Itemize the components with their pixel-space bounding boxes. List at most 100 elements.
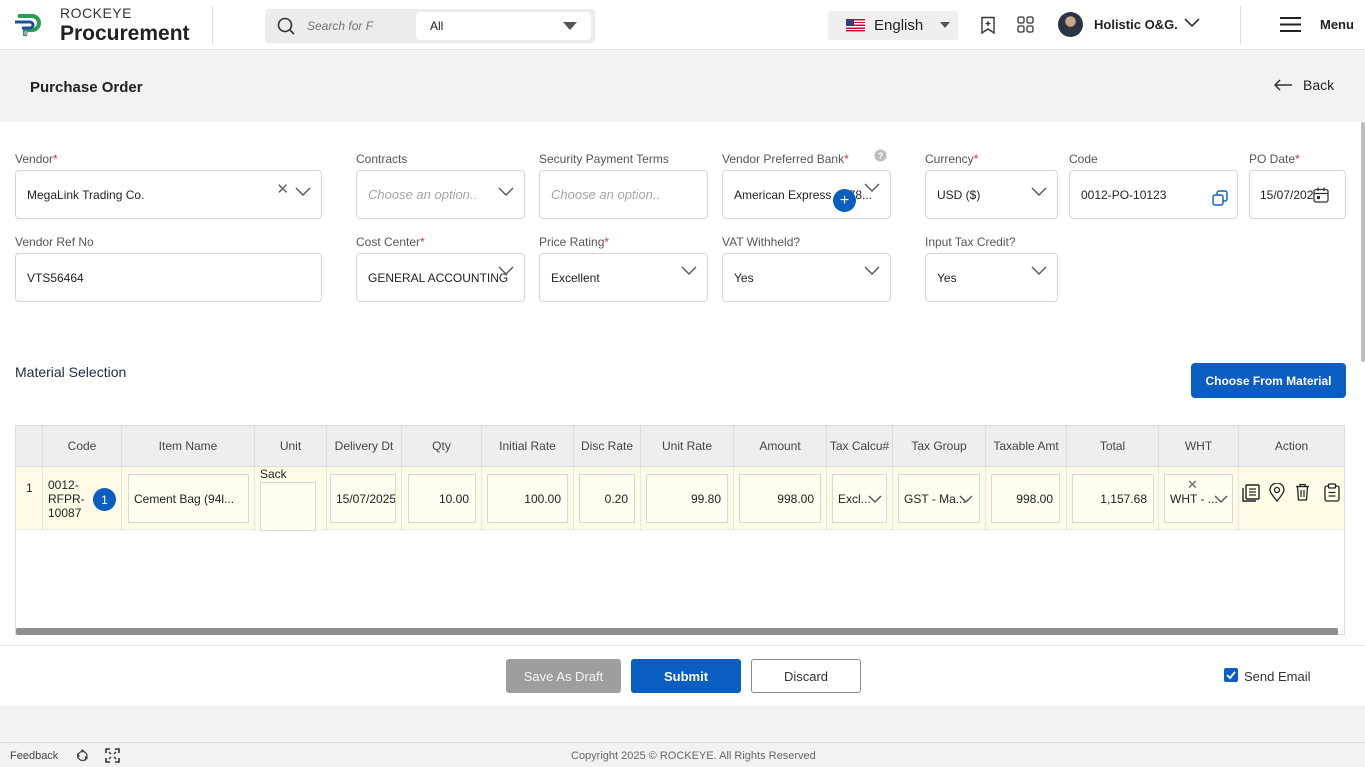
tax-group-select[interactable]: GST - Ma... bbox=[898, 474, 980, 523]
vendor-ref-no-value: VTS56464 bbox=[27, 270, 84, 285]
unit-field[interactable] bbox=[260, 482, 316, 531]
grid-header-code[interactable]: Code bbox=[43, 426, 122, 466]
user-name[interactable]: Holistic O&G. bbox=[1094, 17, 1178, 32]
submit-button[interactable]: Submit bbox=[631, 659, 741, 693]
save-as-draft-button[interactable]: Save As Draft bbox=[506, 659, 621, 693]
send-email-checkbox[interactable] bbox=[1224, 668, 1238, 682]
page-title: Purchase Order bbox=[30, 79, 143, 96]
vendor-label: Vendor* bbox=[15, 152, 58, 166]
global-search: All bbox=[265, 9, 595, 43]
grid-header-qty[interactable]: Qty bbox=[402, 426, 482, 466]
bookmark-icon[interactable] bbox=[980, 16, 996, 35]
calendar-icon[interactable] bbox=[1313, 187, 1329, 203]
search-icon[interactable] bbox=[277, 17, 295, 35]
chevron-down-icon bbox=[498, 187, 514, 196]
grid-header-delivery-dt[interactable]: Delivery Dt bbox=[327, 426, 402, 466]
details-icon[interactable] bbox=[1242, 484, 1260, 502]
chevron-down-icon bbox=[864, 266, 880, 275]
security-payment-terms-select[interactable]: Choose an option.. bbox=[539, 170, 708, 219]
item-name-field[interactable]: Cement Bag (94l... bbox=[128, 474, 249, 523]
page-footer: Feedback Copyright 2025 © ROCKEYE. All R… bbox=[0, 742, 1365, 767]
discard-button[interactable]: Discard bbox=[751, 659, 861, 693]
grid-header-action: Action bbox=[1239, 426, 1344, 466]
delivery-dt-field[interactable]: 15/07/2025 bbox=[330, 474, 396, 523]
qty-field[interactable]: 10.00 bbox=[408, 474, 476, 523]
search-input[interactable] bbox=[307, 15, 377, 37]
total-cell: 1,157.68 bbox=[1067, 467, 1159, 531]
grid-header-taxable-amt[interactable]: Taxable Amt bbox=[986, 426, 1067, 466]
search-scope-select[interactable]: All bbox=[416, 12, 591, 40]
page-vertical-scrollbar[interactable] bbox=[1361, 122, 1365, 362]
disc-rate-field[interactable]: 0.20 bbox=[579, 474, 635, 523]
grid-header-item-name[interactable]: Item Name bbox=[122, 426, 255, 466]
wht-select[interactable]: WHT - ... ✕ bbox=[1164, 474, 1233, 523]
grid-header-total[interactable]: Total bbox=[1067, 426, 1159, 466]
unit-rate-field[interactable]: 99.80 bbox=[646, 474, 728, 523]
grid-header-unit[interactable]: Unit bbox=[255, 426, 327, 466]
svg-text:?: ? bbox=[878, 151, 884, 161]
send-email-label[interactable]: Send Email bbox=[1244, 669, 1310, 684]
language-select[interactable]: English bbox=[828, 11, 958, 40]
vat-withheld-select[interactable]: Yes bbox=[722, 253, 891, 302]
tax-calc-select[interactable]: Excl... bbox=[832, 474, 887, 523]
unit-rate-cell: 99.80 bbox=[641, 467, 734, 531]
brand-logo[interactable]: ROCKEYE Procurement bbox=[12, 6, 190, 44]
po-date-label: PO Date* bbox=[1249, 152, 1300, 166]
chevron-down-icon bbox=[1214, 495, 1228, 503]
contracts-select[interactable]: Choose an option.. bbox=[356, 170, 525, 219]
add-bank-button[interactable]: + bbox=[833, 189, 856, 212]
qty-cell: 10.00 bbox=[402, 467, 482, 531]
feedback-link[interactable]: Feedback bbox=[10, 750, 58, 762]
amount-cell: 998.00 bbox=[734, 467, 827, 531]
chevron-down-icon[interactable] bbox=[1184, 18, 1200, 28]
location-pin-icon[interactable] bbox=[1269, 483, 1285, 502]
rockeye-logo-icon bbox=[15, 14, 41, 36]
back-button[interactable]: Back bbox=[1274, 77, 1334, 93]
help-icon[interactable]: ? bbox=[874, 149, 887, 162]
grid-header-tax-group[interactable]: Tax Group bbox=[893, 426, 986, 466]
tax-calc-cell: Excl... bbox=[827, 467, 893, 531]
taxable-amt-field[interactable]: 998.00 bbox=[991, 474, 1060, 523]
apps-grid-icon[interactable] bbox=[1017, 16, 1034, 33]
refresh-icon[interactable] bbox=[75, 748, 90, 763]
code-field[interactable]: 0012-PO-10123 bbox=[1069, 170, 1238, 219]
top-header: ROCKEYE Procurement All English Holistic… bbox=[0, 0, 1365, 50]
search-scope-value: All bbox=[430, 19, 444, 33]
clear-icon[interactable]: ✕ bbox=[1187, 477, 1198, 493]
total-field[interactable]: 1,157.68 bbox=[1072, 474, 1154, 523]
cost-center-value: GENERAL ACCOUNTING bbox=[368, 270, 509, 285]
chevron-down-icon bbox=[864, 183, 880, 192]
grid-horizontal-scrollbar[interactable] bbox=[16, 628, 1338, 635]
clear-icon[interactable]: ✕ bbox=[276, 180, 289, 198]
user-avatar[interactable] bbox=[1058, 12, 1083, 37]
po-date-field[interactable]: 15/07/2025 bbox=[1249, 170, 1346, 219]
grid-header-unit-rate[interactable]: Unit Rate bbox=[641, 426, 734, 466]
menu-label[interactable]: Menu bbox=[1320, 17, 1354, 32]
choose-from-material-button[interactable]: Choose From Material bbox=[1191, 363, 1346, 398]
cost-center-select[interactable]: GENERAL ACCOUNTING bbox=[356, 253, 525, 302]
grid-header-disc-rate[interactable]: Disc Rate bbox=[574, 426, 641, 466]
wht-value: WHT - ... bbox=[1170, 491, 1218, 506]
row-badge[interactable]: 1 bbox=[93, 488, 116, 511]
fullscreen-icon[interactable] bbox=[105, 748, 120, 763]
initial-rate-field[interactable]: 100.00 bbox=[487, 474, 568, 523]
amount-field[interactable]: 998.00 bbox=[739, 474, 821, 523]
chevron-down-icon bbox=[295, 187, 311, 196]
price-rating-select[interactable]: Excellent bbox=[539, 253, 708, 302]
back-label: Back bbox=[1303, 77, 1335, 93]
vendor-select[interactable]: MegaLink Trading Co. ✕ bbox=[15, 170, 322, 219]
action-cell bbox=[1239, 467, 1344, 531]
unit-cell: Sack bbox=[255, 467, 327, 531]
input-tax-credit-select[interactable]: Yes bbox=[925, 253, 1058, 302]
grid-header-amount[interactable]: Amount bbox=[734, 426, 827, 466]
trash-icon[interactable] bbox=[1295, 483, 1310, 501]
hamburger-icon[interactable] bbox=[1280, 16, 1301, 33]
vendor-preferred-bank-select[interactable]: American Express - 778... bbox=[722, 170, 891, 219]
grid-header-tax-calc[interactable]: Tax Calcu# bbox=[827, 426, 893, 466]
currency-select[interactable]: USD ($) bbox=[925, 170, 1058, 219]
copy-icon[interactable] bbox=[1212, 190, 1228, 206]
grid-header-wht[interactable]: WHT bbox=[1159, 426, 1239, 466]
grid-header-initial-rate[interactable]: Initial Rate bbox=[482, 426, 574, 466]
vendor-ref-no-field[interactable]: VTS56464 bbox=[15, 253, 322, 302]
clipboard-icon[interactable] bbox=[1324, 483, 1340, 502]
